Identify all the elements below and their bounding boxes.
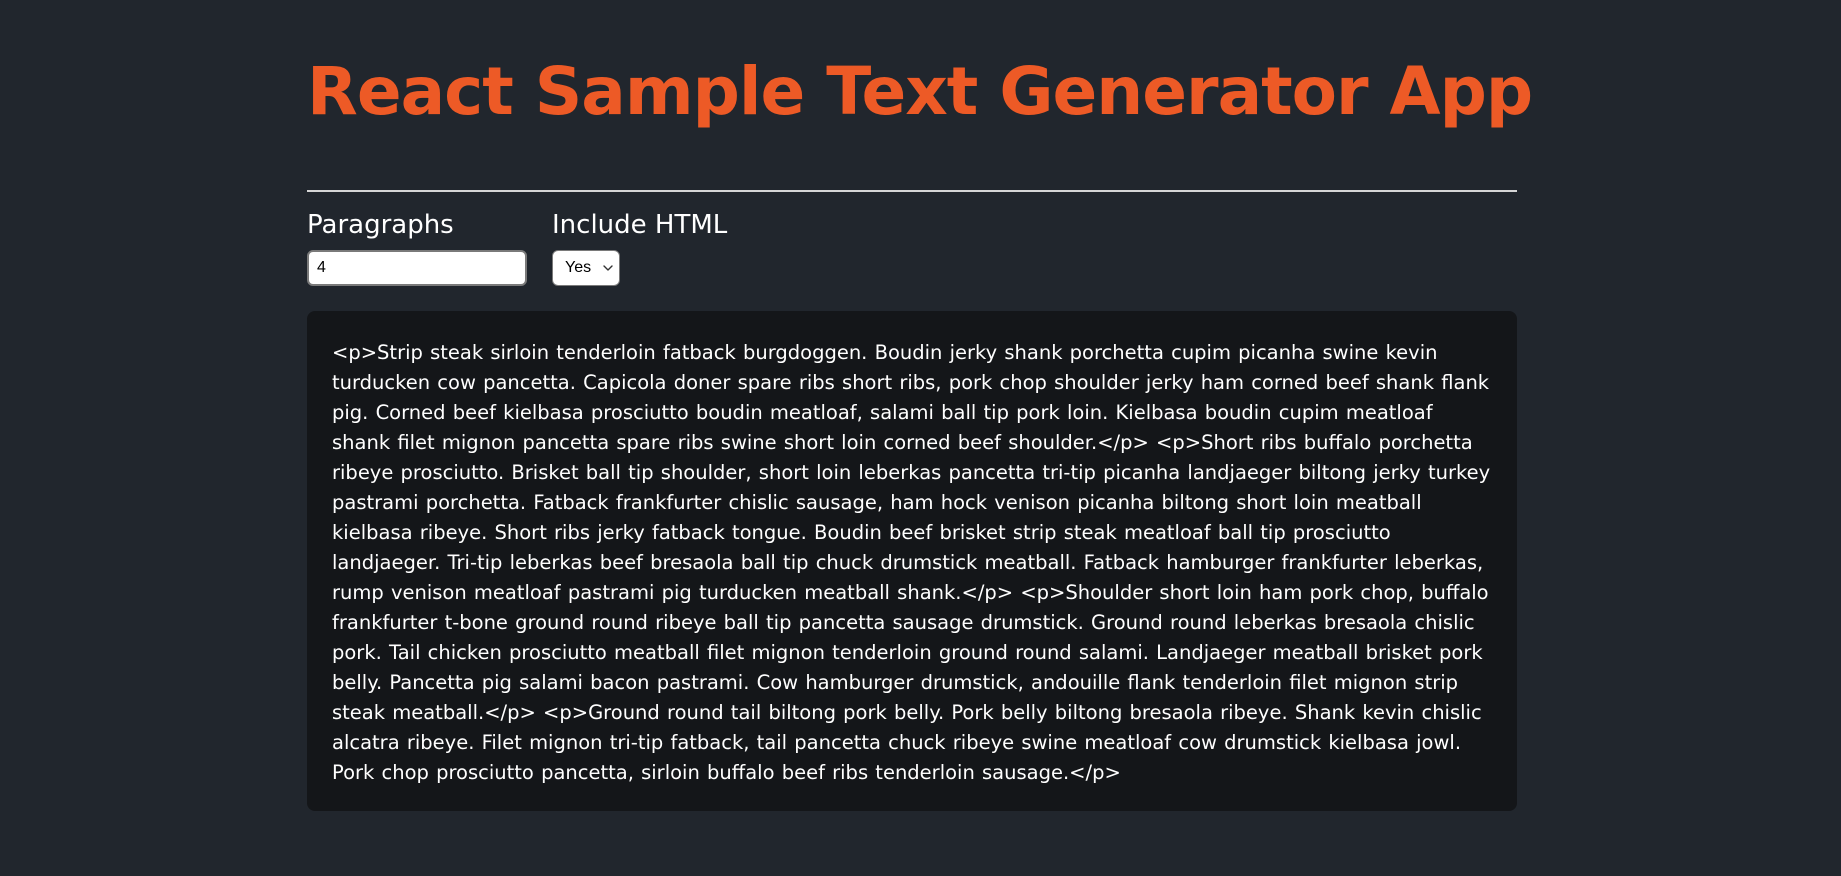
include-html-select[interactable]: Yes xyxy=(552,250,620,286)
include-html-label: Include HTML xyxy=(552,210,728,240)
paragraphs-label: Paragraphs xyxy=(307,210,454,240)
include-html-field: Include HTML Yes xyxy=(552,208,728,286)
title-divider xyxy=(307,190,1517,192)
page-title: React Sample Text Generator App xyxy=(307,53,1533,130)
chevron-down-icon xyxy=(603,265,613,271)
include-html-selected-value: Yes xyxy=(565,259,592,276)
paragraphs-field: Paragraphs xyxy=(307,208,527,286)
paragraphs-input[interactable] xyxy=(307,250,527,286)
generated-text-panel: <p>Strip steak sirloin tenderloin fatbac… xyxy=(307,311,1517,811)
generated-text: <p>Strip steak sirloin tenderloin fatbac… xyxy=(332,341,1491,784)
